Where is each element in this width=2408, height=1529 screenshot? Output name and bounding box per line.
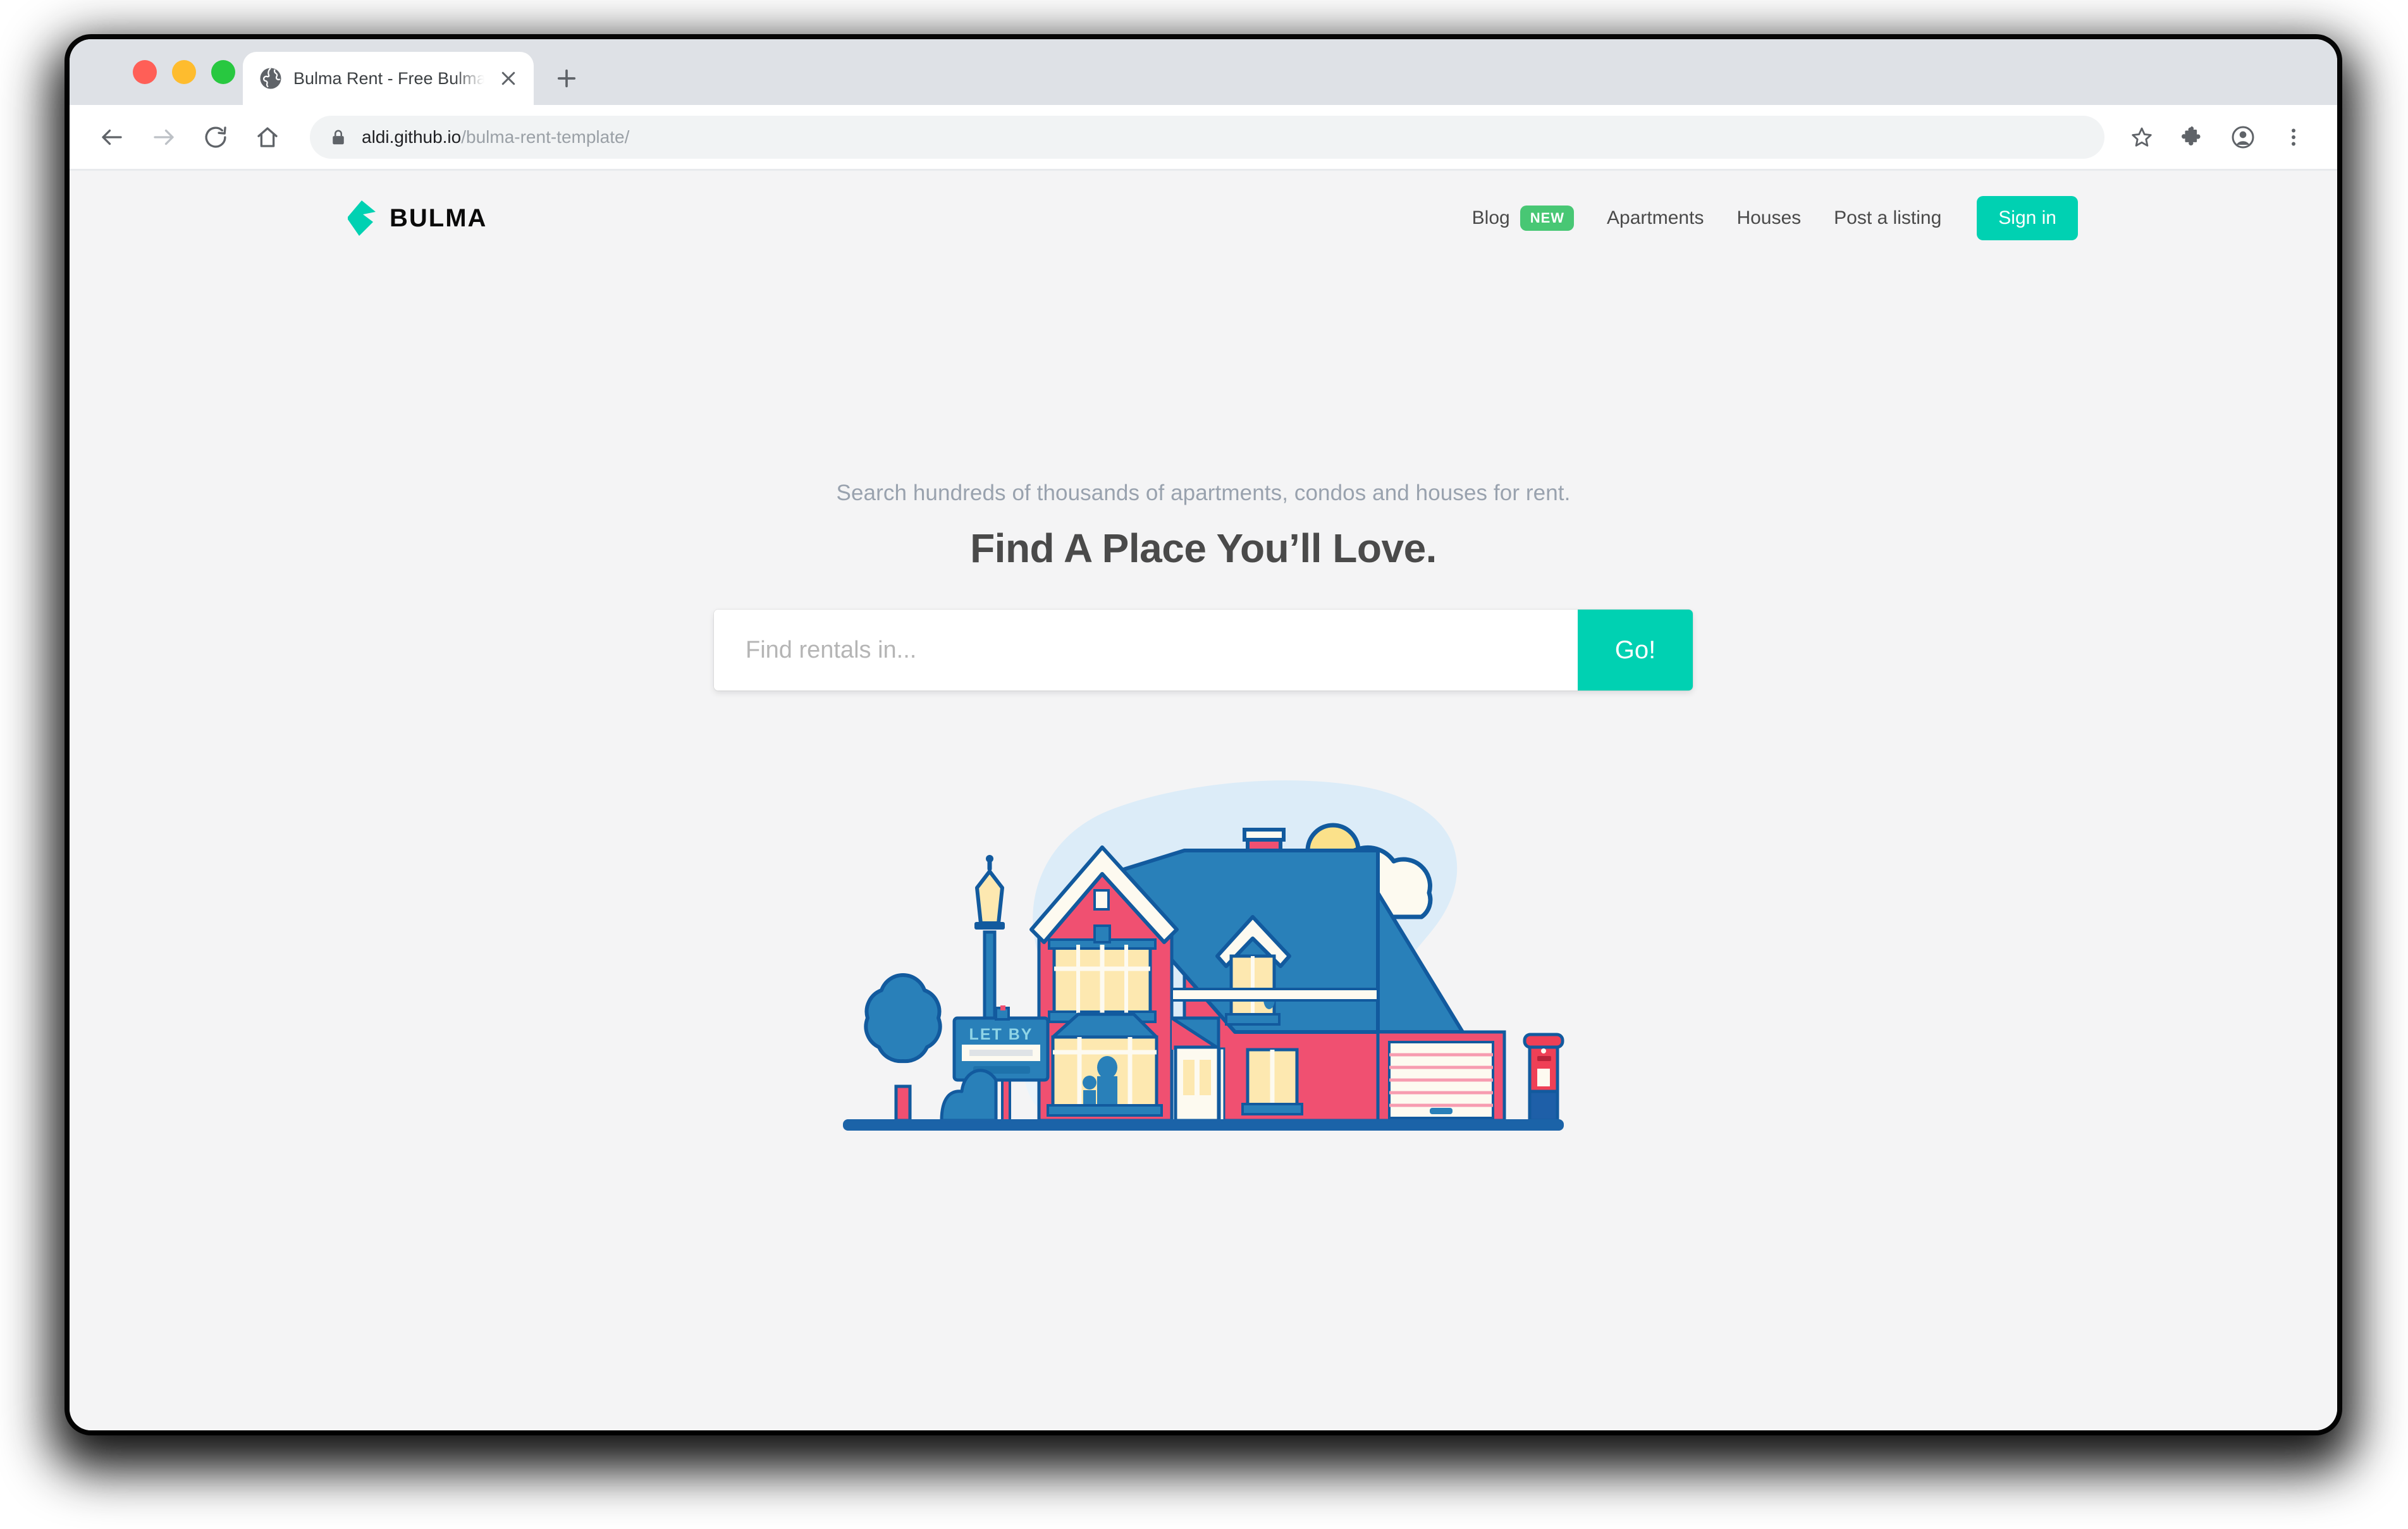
nav-item-apartments-label: Apartments bbox=[1607, 207, 1704, 228]
let-by-sign-text: LET BY bbox=[969, 1026, 1033, 1043]
nav-item-apartments[interactable]: Apartments bbox=[1590, 207, 1720, 229]
hero-subtitle: Search hundreds of thousands of apartmen… bbox=[836, 481, 1571, 505]
close-icon[interactable] bbox=[496, 66, 521, 91]
browser-window: Bulma Rent - Free Bulma Temp bbox=[70, 39, 2337, 1430]
nav-item-post-a-listing-label: Post a listing bbox=[1834, 207, 1942, 228]
front-door bbox=[1174, 1045, 1226, 1122]
page-title: Find A Place You’ll Love. bbox=[970, 525, 1437, 571]
puzzle-icon[interactable] bbox=[2172, 116, 2213, 158]
star-icon[interactable] bbox=[2121, 116, 2163, 158]
window-close-button[interactable] bbox=[133, 60, 157, 84]
home-icon[interactable] bbox=[244, 114, 291, 161]
site-brand-name: BULMA bbox=[390, 204, 488, 232]
arrow-right-icon[interactable] bbox=[140, 114, 187, 161]
window-upper-left bbox=[1048, 924, 1157, 1023]
status-badge-new: NEW bbox=[1520, 206, 1575, 231]
bush bbox=[940, 1069, 998, 1122]
window-minimize-button[interactable] bbox=[172, 60, 196, 84]
window-maximize-button[interactable] bbox=[211, 60, 235, 84]
site-nav-menu: Blog NEW Apartments Houses Post a listin… bbox=[1456, 196, 2078, 240]
site-navbar: BULMA Blog NEW Apartments Houses Post a … bbox=[70, 171, 2337, 266]
account-avatar-icon[interactable] bbox=[2222, 116, 2264, 158]
arrow-left-icon[interactable] bbox=[89, 114, 135, 161]
tree bbox=[864, 973, 942, 1122]
reload-icon[interactable] bbox=[192, 114, 239, 161]
toolbar-action-icons bbox=[2121, 116, 2314, 158]
house-for-rent-illustration: LET BY bbox=[843, 780, 1564, 1131]
browser-toolbar: aldi.github.io/bulma-rent-template/ bbox=[70, 105, 2337, 171]
browser-tab-title: Bulma Rent - Free Bulma Temp bbox=[293, 68, 484, 88]
bulma-logo-icon bbox=[348, 200, 377, 236]
search-input[interactable] bbox=[714, 610, 1578, 691]
nav-item-houses-label: Houses bbox=[1736, 207, 1802, 228]
page-viewport: BULMA Blog NEW Apartments Houses Post a … bbox=[70, 171, 2337, 1430]
search-go-button[interactable]: Go! bbox=[1578, 610, 1693, 691]
postbox bbox=[1523, 1033, 1564, 1122]
sign-in-button[interactable]: Sign in bbox=[1977, 196, 2078, 240]
site-brand[interactable]: BULMA bbox=[348, 200, 487, 236]
garage-door bbox=[1376, 1030, 1506, 1122]
desktop-backdrop: Bulma Rent - Free Bulma Temp bbox=[0, 0, 2408, 1529]
window-ground-right bbox=[1241, 1048, 1303, 1115]
hero-section: Search hundreds of thousands of apartmen… bbox=[70, 481, 2337, 691]
lock-icon bbox=[329, 128, 348, 147]
address-bar-url: aldi.github.io/bulma-rent-template/ bbox=[362, 127, 629, 147]
nav-item-blog-label: Blog bbox=[1471, 207, 1510, 228]
address-bar[interactable]: aldi.github.io/bulma-rent-template/ bbox=[310, 115, 2104, 159]
window-traffic-lights bbox=[133, 60, 235, 84]
three-dot-menu-icon[interactable] bbox=[2273, 116, 2314, 158]
url-host: aldi.github.io bbox=[362, 126, 462, 147]
plus-icon[interactable] bbox=[550, 62, 583, 95]
url-path: /bulma-rent-template/ bbox=[461, 126, 630, 147]
nav-item-blog[interactable]: Blog NEW bbox=[1456, 206, 1590, 231]
browser-tab[interactable]: Bulma Rent - Free Bulma Temp bbox=[243, 52, 534, 105]
nav-item-post-a-listing[interactable]: Post a listing bbox=[1817, 207, 1958, 229]
browser-tab-strip: Bulma Rent - Free Bulma Temp bbox=[70, 39, 2337, 105]
ground-line bbox=[843, 1119, 1564, 1131]
globe-icon bbox=[259, 67, 282, 90]
search-bar: Go! bbox=[714, 610, 1693, 691]
bay-window bbox=[1047, 1012, 1163, 1117]
nav-item-houses[interactable]: Houses bbox=[1720, 207, 1817, 229]
